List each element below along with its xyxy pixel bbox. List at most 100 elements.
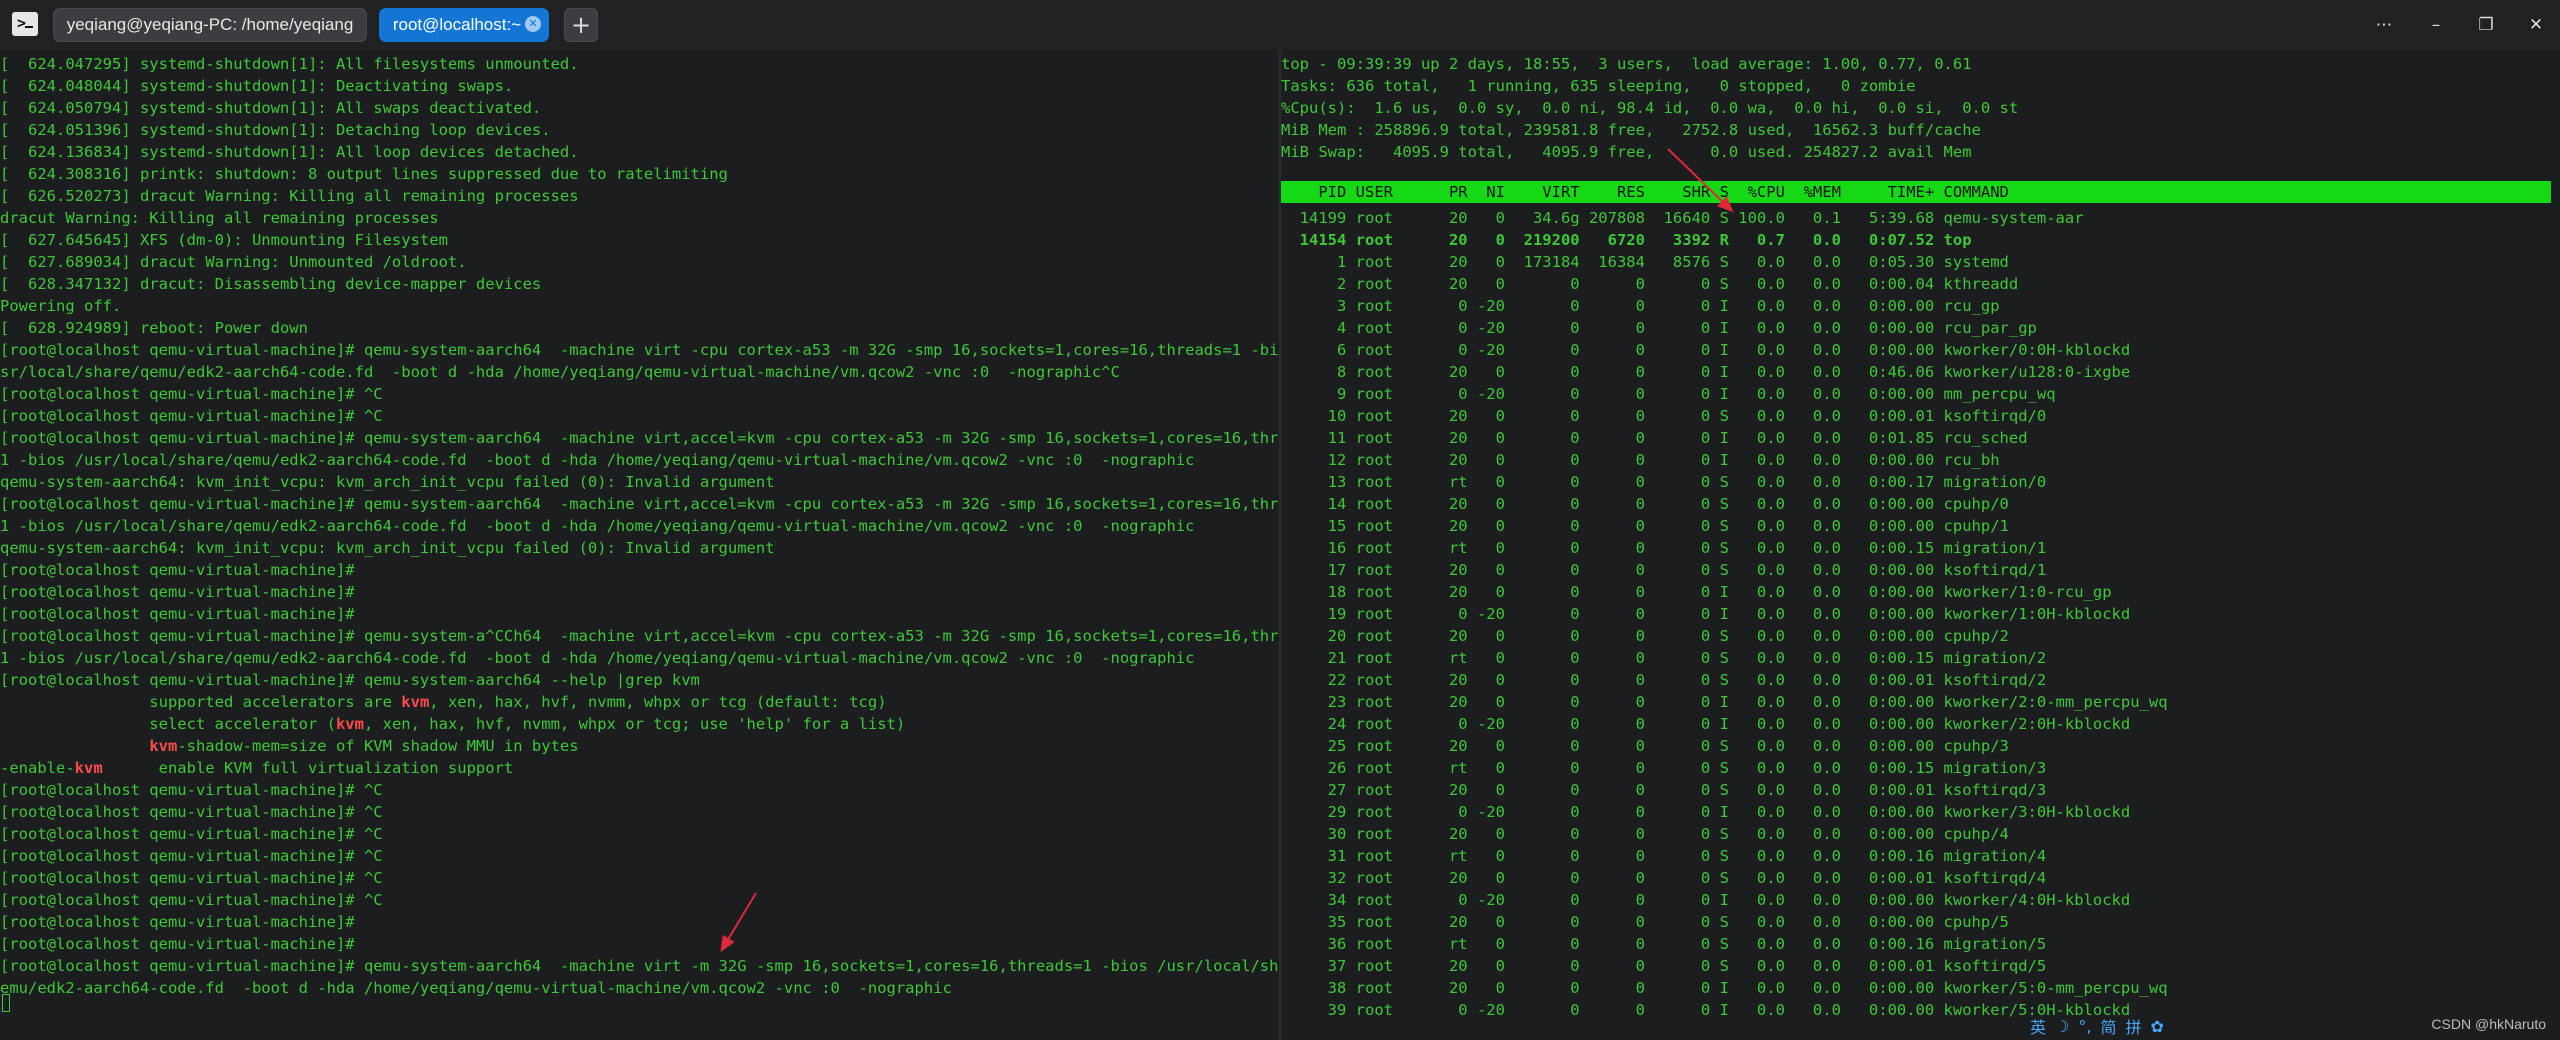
- process-row: 13 root rt 0 0 0 0 S 0.0 0.0 0:00.17 mig…: [1281, 473, 2047, 491]
- terminal-line: [ 627.645645] XFS (dm-0): Unmounting Fil…: [0, 231, 448, 249]
- process-row: 35 root 20 0 0 0 0 S 0.0 0.0 0:00.00 cpu…: [1281, 913, 2009, 931]
- terminal-line: [root@localhost qemu-virtual-machine]# ^…: [0, 825, 383, 843]
- right-terminal-pane[interactable]: PID USER PR NI VIRT RES SHR S %CPU %MEM …: [1281, 50, 2560, 1040]
- top-summary-line: MiB Swap: 4095.9 total, 4095.9 free, 0.0…: [1281, 143, 1972, 161]
- grep-match-highlight: kvm: [149, 737, 178, 755]
- process-row: 10 root 20 0 0 0 0 S 0.0 0.0 0:00.01 kso…: [1281, 407, 2047, 425]
- terminal-line: 1 -bios /usr/local/share/qemu/edk2-aarch…: [0, 451, 1195, 469]
- tab-label: yeqiang@yeqiang-PC: /home/yeqiang: [66, 15, 354, 34]
- process-row: 25 root 20 0 0 0 0 S 0.0 0.0 0:00.00 cpu…: [1281, 737, 2009, 755]
- process-row: 14154 root 20 0 219200 6720 3392 R 0.7 0…: [1281, 231, 1972, 249]
- terminal-app-icon[interactable]: >: [12, 12, 38, 36]
- terminal-line: [ 624.051396] systemd-shutdown[1]: Detac…: [0, 121, 551, 139]
- terminal-line: [root@localhost qemu-virtual-machine]# q…: [0, 957, 1279, 975]
- tab-label: root@localhost:~: [392, 15, 522, 34]
- process-row: 29 root 0 -20 0 0 0 I 0.0 0.0 0:00.00 kw…: [1281, 803, 2131, 821]
- close-window-button[interactable]: ✕: [2516, 10, 2556, 40]
- tab-yeqiang-home[interactable]: yeqiang@yeqiang-PC: /home/yeqiang: [53, 8, 367, 42]
- ime-item[interactable]: 简: [2100, 1014, 2116, 1038]
- process-row: 17 root 20 0 0 0 0 S 0.0 0.0 0:00.00 kso…: [1281, 561, 2047, 579]
- left-terminal-pane[interactable]: [ 624.047295] systemd-shutdown[1]: All f…: [0, 50, 1279, 1040]
- new-tab-button[interactable]: +: [564, 8, 598, 42]
- process-row: 31 root rt 0 0 0 0 S 0.0 0.0 0:00.16 mig…: [1281, 847, 2047, 865]
- terminal-line: kvm-shadow-mem=size of KVM shadow MMU in…: [149, 737, 579, 755]
- process-row: 22 root 20 0 0 0 0 S 0.0 0.0 0:00.01 kso…: [1281, 671, 2047, 689]
- process-row: 9 root 0 -20 0 0 0 I 0.0 0.0 0:00.00 mm_…: [1281, 385, 2056, 403]
- process-row: 38 root 20 0 0 0 0 I 0.0 0.0 0:00.00 kwo…: [1281, 979, 2168, 997]
- process-row: 23 root 20 0 0 0 0 I 0.0 0.0 0:00.00 kwo…: [1281, 693, 2168, 711]
- terminal-line: [root@localhost qemu-virtual-machine]# q…: [0, 627, 1279, 645]
- terminal-line: [root@localhost qemu-virtual-machine]# ^…: [0, 407, 383, 425]
- process-row: 16 root rt 0 0 0 0 S 0.0 0.0 0:00.15 mig…: [1281, 539, 2047, 557]
- close-tab-icon[interactable]: ✕: [525, 16, 541, 32]
- terminal-line: [root@localhost qemu-virtual-machine]#: [0, 913, 355, 931]
- terminal-line: [ 624.308316] printk: shutdown: 8 output…: [0, 165, 728, 183]
- process-row: 27 root 20 0 0 0 0 S 0.0 0.0 0:00.01 kso…: [1281, 781, 2047, 799]
- process-row: 15 root 20 0 0 0 0 S 0.0 0.0 0:00.00 cpu…: [1281, 517, 2009, 535]
- terminal-line: qemu-system-aarch64: kvm_init_vcpu: kvm_…: [0, 473, 775, 491]
- process-row: 26 root rt 0 0 0 0 S 0.0 0.0 0:00.15 mig…: [1281, 759, 2047, 777]
- terminal-line: [ 624.047295] systemd-shutdown[1]: All f…: [0, 55, 579, 73]
- maximize-button[interactable]: ❐: [2466, 10, 2506, 40]
- process-row: 14 root 20 0 0 0 0 S 0.0 0.0 0:00.00 cpu…: [1281, 495, 2009, 513]
- terminal-line: 1 -bios /usr/local/share/qemu/edk2-aarch…: [0, 517, 1195, 535]
- prompt-chevron-icon: >: [17, 14, 27, 32]
- terminal-line: [root@localhost qemu-virtual-machine]# ^…: [0, 385, 383, 403]
- terminal-line: supported accelerators are kvm, xen, hax…: [0, 693, 887, 711]
- terminal-line: [root@localhost qemu-virtual-machine]# q…: [0, 495, 1279, 513]
- process-row: 11 root 20 0 0 0 0 I 0.0 0.0 0:01.85 rcu…: [1281, 429, 2028, 447]
- grep-match-highlight: kvm: [74, 759, 103, 777]
- process-row: 3 root 0 -20 0 0 0 I 0.0 0.0 0:00.00 rcu…: [1281, 297, 2000, 315]
- process-row: 4 root 0 -20 0 0 0 I 0.0 0.0 0:00.00 rcu…: [1281, 319, 2037, 337]
- terminal-line: [root@localhost qemu-virtual-machine]#: [0, 561, 355, 579]
- ime-item[interactable]: 英: [2030, 1014, 2046, 1038]
- terminal-line: [ 624.050794] systemd-shutdown[1]: All s…: [0, 99, 542, 117]
- terminal-line: [root@localhost qemu-virtual-machine]# q…: [0, 671, 700, 689]
- menu-icon[interactable]: ⋯: [2364, 10, 2404, 40]
- window-titlebar: > yeqiang@yeqiang-PC: /home/yeqiang root…: [0, 0, 2560, 50]
- process-row: 32 root 20 0 0 0 0 S 0.0 0.0 0:00.01 kso…: [1281, 869, 2047, 887]
- top-summary-line: %Cpu(s): 1.6 us, 0.0 sy, 0.0 ni, 98.4 id…: [1281, 99, 2019, 117]
- terminal-line: [root@localhost qemu-virtual-machine]# ^…: [0, 847, 383, 865]
- terminal-line: dracut Warning: Killing all remaining pr…: [0, 209, 439, 227]
- process-row: 37 root 20 0 0 0 0 S 0.0 0.0 0:00.01 kso…: [1281, 957, 2047, 975]
- ime-toolbar[interactable]: 英 ☽ °, 简拼 ✿: [2030, 1015, 2164, 1037]
- terminal-line: [root@localhost qemu-virtual-machine]# ^…: [0, 781, 383, 799]
- terminal-line: [root@localhost qemu-virtual-machine]#: [0, 605, 355, 623]
- top-column-header: PID USER PR NI VIRT RES SHR S %CPU %MEM …: [1281, 183, 2009, 201]
- top-summary-line: top - 09:39:39 up 2 days, 18:55, 3 users…: [1281, 55, 1972, 73]
- terminal-line: select accelerator (kvm, xen, hax, hvf, …: [0, 715, 906, 733]
- process-row: 14199 root 20 0 34.6g 207808 16640 S 100…: [1281, 209, 2084, 227]
- ime-item[interactable]: °,: [2078, 1017, 2091, 1036]
- terminal-line: sr/local/share/qemu/edk2-aarch64-code.fd…: [0, 363, 1120, 381]
- ime-item[interactable]: 拼: [2125, 1014, 2141, 1038]
- process-row: 21 root rt 0 0 0 0 S 0.0 0.0 0:00.15 mig…: [1281, 649, 2047, 667]
- prompt-underscore-icon: [25, 26, 33, 28]
- process-row: 8 root 20 0 0 0 0 I 0.0 0.0 0:46.06 kwor…: [1281, 363, 2131, 381]
- grep-match-highlight: kvm: [335, 715, 364, 733]
- process-row: 20 root 20 0 0 0 0 S 0.0 0.0 0:00.00 cpu…: [1281, 627, 2009, 645]
- process-row: 30 root 20 0 0 0 0 S 0.0 0.0 0:00.00 cpu…: [1281, 825, 2009, 843]
- terminal-line: emu/edk2-aarch64-code.fd -boot d -hda /h…: [0, 979, 952, 997]
- terminal-line: [ 624.136834] systemd-shutdown[1]: All l…: [0, 143, 579, 161]
- terminal-line: [ 626.520273] dracut Warning: Killing al…: [0, 187, 579, 205]
- process-row: 39 root 0 -20 0 0 0 I 0.0 0.0 0:00.00 kw…: [1281, 1001, 2131, 1019]
- ime-item[interactable]: ☽: [2055, 1017, 2069, 1036]
- terminal-line: [ 628.924989] reboot: Power down: [0, 319, 308, 337]
- terminal-line: [ 628.347132] dracut: Disassembling devi…: [0, 275, 542, 293]
- watermark: CSDN @hkNaruto: [2431, 1016, 2546, 1032]
- terminal-line: [ 627.689034] dracut Warning: Unmounted …: [0, 253, 467, 271]
- process-row: 12 root 20 0 0 0 0 I 0.0 0.0 0:00.00 rcu…: [1281, 451, 2000, 469]
- terminal-line: [root@localhost qemu-virtual-machine]#: [0, 583, 355, 601]
- minimize-button[interactable]: –: [2416, 10, 2456, 40]
- ime-item[interactable]: ✿: [2150, 1017, 2163, 1036]
- process-row: 19 root 0 -20 0 0 0 I 0.0 0.0 0:00.00 kw…: [1281, 605, 2131, 623]
- tab-root-localhost[interactable]: root@localhost:~ ✕: [379, 8, 549, 42]
- terminal-line: [root@localhost qemu-virtual-machine]#: [0, 935, 355, 953]
- process-row: 2 root 20 0 0 0 0 S 0.0 0.0 0:00.04 kthr…: [1281, 275, 2019, 293]
- grep-match-highlight: kvm: [401, 693, 430, 711]
- terminal-line: [root@localhost qemu-virtual-machine]# q…: [0, 429, 1279, 447]
- terminal-line: [root@localhost qemu-virtual-machine]# ^…: [0, 869, 383, 887]
- process-row: 1 root 20 0 173184 16384 8576 S 0.0 0.0 …: [1281, 253, 2009, 271]
- process-row: 36 root rt 0 0 0 0 S 0.0 0.0 0:00.16 mig…: [1281, 935, 2047, 953]
